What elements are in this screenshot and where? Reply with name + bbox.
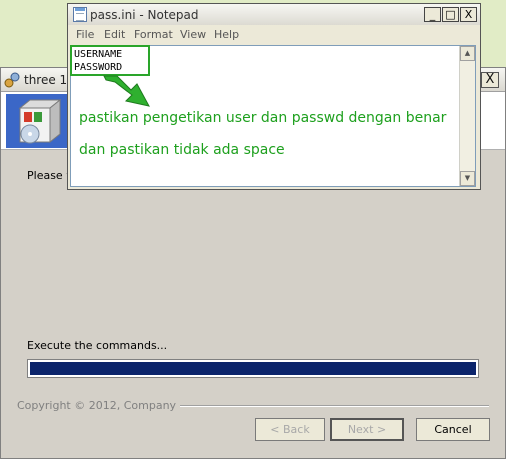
next-button[interactable]: Next >	[330, 418, 404, 441]
installer-status-text: Execute the commands...	[27, 339, 168, 352]
notepad-title: pass.ini - Notepad	[90, 8, 199, 22]
installer-title: three 1	[24, 73, 68, 87]
cancel-button[interactable]: Cancel	[416, 418, 490, 441]
menu-format[interactable]: Format	[134, 28, 173, 41]
copyright-row: Copyright © 2012, Company	[17, 399, 489, 413]
vertical-scrollbar[interactable]: ▲ ▼	[459, 46, 475, 186]
maximize-button[interactable]: □	[442, 7, 459, 22]
notepad-icon	[73, 7, 87, 22]
progress-fill	[30, 362, 476, 375]
menu-view[interactable]: View	[180, 28, 206, 41]
notepad-window: pass.ini - Notepad _ □ X File Edit Forma…	[67, 3, 481, 190]
copyright-text: Copyright © 2012, Company	[17, 399, 181, 412]
back-button[interactable]: < Back	[255, 418, 325, 441]
scroll-up-button[interactable]: ▲	[460, 46, 475, 61]
scroll-down-button[interactable]: ▼	[460, 171, 475, 186]
menu-edit[interactable]: Edit	[104, 28, 125, 41]
annotation-line-2: dan pastikan tidak ada space	[79, 142, 285, 158]
menu-help[interactable]: Help	[214, 28, 239, 41]
close-button[interactable]: X	[460, 7, 477, 22]
annotation-line-1: pastikan pengetikan user dan passwd deng…	[79, 110, 447, 126]
notepad-menubar: File Edit Format View Help	[68, 26, 480, 44]
minimize-button[interactable]: _	[424, 7, 441, 22]
install-progress-bar	[27, 359, 479, 378]
setup-box-icon	[6, 94, 68, 148]
installer-app-icon	[4, 72, 20, 88]
menu-file[interactable]: File	[76, 28, 94, 41]
installer-close-button[interactable]: X	[481, 72, 499, 88]
notepad-titlebar[interactable]: pass.ini - Notepad _ □ X	[68, 4, 480, 25]
highlight-box	[70, 45, 150, 76]
